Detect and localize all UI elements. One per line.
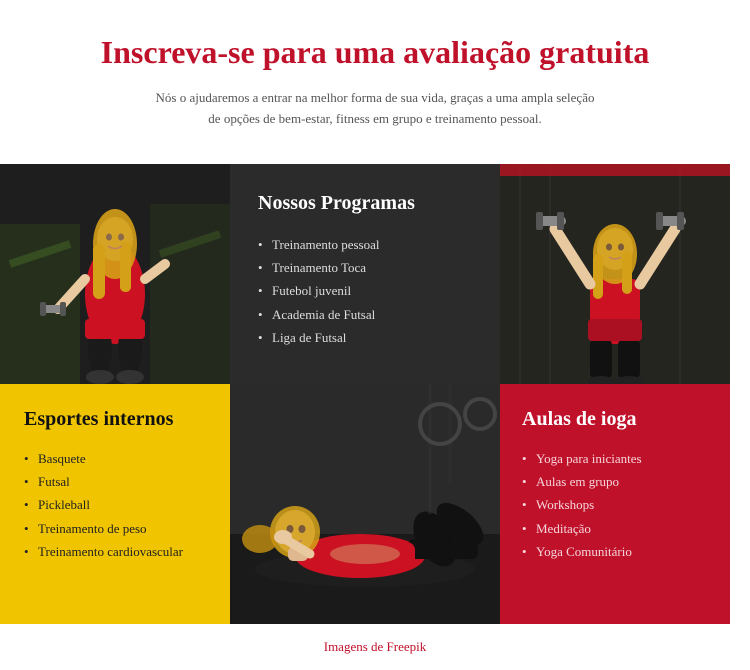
- header-section: Inscreva-se para uma avaliação gratuita …: [0, 0, 750, 154]
- page-wrapper: Inscreva-se para uma avaliação gratuita …: [0, 0, 750, 670]
- list-item: Meditação: [522, 517, 708, 540]
- list-item: Yoga Comunitário: [522, 540, 708, 563]
- list-item: Treinamento Toca: [258, 256, 472, 279]
- list-item: Futsal: [24, 470, 206, 493]
- yoga-list: Yoga para iniciantes Aulas em grupo Work…: [522, 447, 708, 564]
- list-item: Treinamento pessoal: [258, 233, 472, 256]
- list-item: Aulas em grupo: [522, 470, 708, 493]
- list-item: Liga de Futsal: [258, 326, 472, 349]
- grid-section: Nossos Programas Treinamento pessoal Tre…: [0, 164, 750, 624]
- yoga-cell: Aulas de ioga Yoga para iniciantes Aulas…: [500, 384, 730, 624]
- sports-title: Esportes internos: [24, 408, 206, 431]
- list-item: Pickleball: [24, 493, 206, 516]
- programs-cell: Nossos Programas Treinamento pessoal Tre…: [230, 164, 500, 384]
- programs-title: Nossos Programas: [258, 192, 472, 215]
- yoga-title: Aulas de ioga: [522, 408, 708, 431]
- main-title: Inscreva-se para uma avaliação gratuita: [80, 32, 670, 72]
- list-item: Yoga para iniciantes: [522, 447, 708, 470]
- list-item: Workshops: [522, 493, 708, 516]
- sports-cell: Esportes internos Basquete Futsal Pickle…: [0, 384, 230, 624]
- subtitle: Nós o ajudaremos a entrar na melhor form…: [155, 88, 595, 130]
- woman3-svg: [230, 384, 500, 624]
- list-item: Treinamento cardiovascular: [24, 540, 206, 563]
- list-item: Basquete: [24, 447, 206, 470]
- woman1-svg: [0, 164, 230, 384]
- list-item: Treinamento de peso: [24, 517, 206, 540]
- programs-list: Treinamento pessoal Treinamento Toca Fut…: [258, 233, 472, 350]
- sports-list: Basquete Futsal Pickleball Treinamento d…: [24, 447, 206, 564]
- footer-section: Imagens de Freepik: [0, 624, 750, 670]
- woman2-svg: [500, 164, 730, 384]
- list-item: Academia de Futsal: [258, 303, 472, 326]
- list-item: Futebol juvenil: [258, 279, 472, 302]
- image-cell-top-left: [0, 164, 230, 384]
- image-cell-top-right: [500, 164, 730, 384]
- footer-link[interactable]: Imagens de Freepik: [324, 639, 427, 654]
- image-cell-bottom-center: [230, 384, 500, 624]
